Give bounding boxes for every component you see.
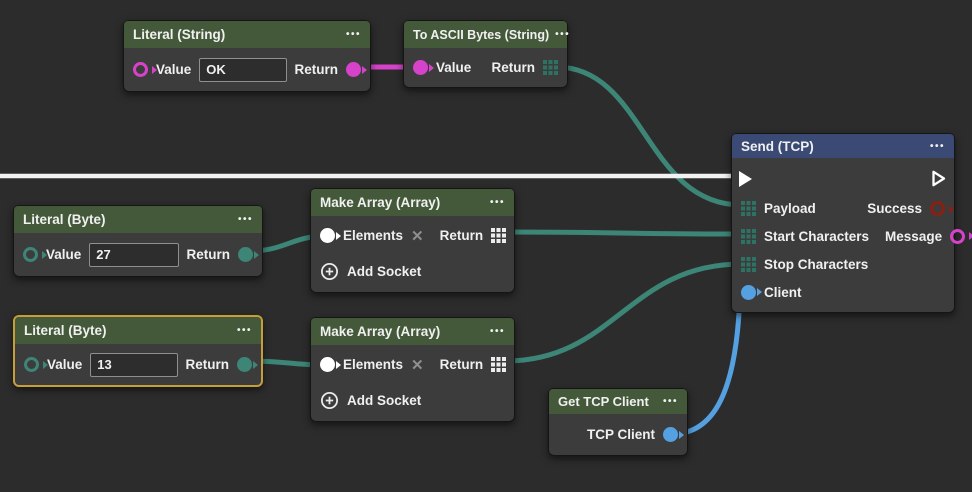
node-title: Send (TCP)	[741, 139, 814, 154]
stop-characters-input-socket-icon[interactable]	[741, 257, 756, 272]
return-label: Return	[187, 247, 231, 262]
add-socket-label: Add Socket	[347, 393, 421, 408]
value-label: Value	[436, 60, 471, 75]
exec-input-pin[interactable]	[739, 171, 752, 187]
menu-dots-icon[interactable]: •••	[490, 197, 505, 208]
node-header[interactable]: To ASCII Bytes (String) •••	[404, 21, 567, 48]
menu-dots-icon[interactable]: •••	[930, 141, 945, 152]
value-label: Value	[46, 247, 81, 262]
return-label: Return	[492, 60, 536, 75]
node-title: Make Array (Array)	[320, 324, 440, 339]
success-label: Success	[867, 201, 922, 216]
menu-dots-icon[interactable]: •••	[555, 29, 570, 40]
value-input-socket[interactable]	[133, 62, 148, 77]
wire-ascii-to-payload	[556, 67, 742, 205]
node-title: Make Array (Array)	[320, 195, 440, 210]
elements-label: Elements	[343, 357, 403, 372]
node-title: Get TCP Client	[558, 394, 649, 409]
node-graph-canvas[interactable]: { "colors": { "background": "#2c2c2c", "…	[0, 0, 972, 492]
node-title: To ASCII Bytes (String)	[413, 28, 549, 42]
menu-dots-icon[interactable]: •••	[663, 396, 678, 407]
node-make-array-top[interactable]: Make Array (Array) ••• Elements ✕ Return…	[310, 188, 515, 293]
value-field[interactable]	[89, 243, 178, 267]
remove-socket-icon[interactable]: ✕	[411, 356, 424, 374]
return-output-socket[interactable]	[238, 247, 253, 262]
client-label: Client	[764, 285, 802, 300]
value-input-socket[interactable]	[23, 247, 38, 262]
node-literal-string[interactable]: Literal (String) ••• Value Return	[123, 20, 371, 92]
value-label: Value	[47, 357, 82, 372]
menu-dots-icon[interactable]: •••	[238, 214, 253, 225]
return-label: Return	[440, 228, 484, 243]
payload-input-socket-icon[interactable]	[741, 201, 756, 216]
start-characters-input-socket-icon[interactable]	[741, 229, 756, 244]
node-title: Literal (Byte)	[24, 323, 107, 338]
tcp-client-output-socket[interactable]	[663, 427, 678, 442]
node-literal-byte-13[interactable]: Literal (Byte) ••• Value Return	[13, 315, 263, 387]
success-output-socket[interactable]	[930, 201, 945, 216]
payload-label: Payload	[764, 201, 816, 216]
value-input-socket[interactable]	[413, 60, 428, 75]
return-output-socket[interactable]	[237, 357, 252, 372]
menu-dots-icon[interactable]: •••	[490, 326, 505, 337]
return-label: Return	[440, 357, 484, 372]
client-input-socket[interactable]	[741, 285, 756, 300]
add-socket-label: Add Socket	[347, 264, 421, 279]
node-header[interactable]: Make Array (Array) •••	[311, 318, 514, 345]
message-label: Message	[885, 229, 942, 244]
node-literal-byte-27[interactable]: Literal (Byte) ••• Value Return	[13, 205, 263, 277]
menu-dots-icon[interactable]: •••	[346, 29, 361, 40]
tcp-client-label: TCP Client	[587, 427, 655, 442]
plus-circle-icon	[320, 391, 339, 410]
exec-output-pin[interactable]	[931, 169, 947, 188]
elements-input-socket[interactable]	[320, 357, 335, 372]
wire-array1-to-startchars	[505, 232, 742, 234]
node-header[interactable]: Literal (Byte) •••	[14, 206, 262, 233]
node-title: Literal (Byte)	[23, 212, 106, 227]
node-make-array-bottom[interactable]: Make Array (Array) ••• Elements ✕ Return…	[310, 317, 515, 422]
node-header[interactable]: Literal (Byte) •••	[15, 317, 261, 344]
node-header[interactable]: Send (TCP) •••	[732, 134, 954, 158]
elements-label: Elements	[343, 228, 403, 243]
array-output-socket-icon[interactable]	[543, 60, 558, 75]
node-to-ascii-bytes[interactable]: To ASCII Bytes (String) ••• Value Return	[403, 20, 568, 88]
stop-characters-label: Stop Characters	[764, 257, 868, 272]
add-socket-button[interactable]: Add Socket	[311, 262, 514, 281]
node-title: Literal (String)	[133, 27, 225, 42]
return-output-socket[interactable]	[346, 62, 361, 77]
value-field[interactable]	[90, 353, 177, 377]
value-input-socket[interactable]	[24, 357, 39, 372]
node-send-tcp[interactable]: Send (TCP) ••• Payload Success Start Cha…	[731, 133, 955, 313]
node-get-tcp-client[interactable]: Get TCP Client ••• TCP Client	[548, 388, 688, 456]
return-label: Return	[186, 357, 230, 372]
array-output-socket-icon[interactable]	[491, 357, 506, 372]
node-header[interactable]: Make Array (Array) •••	[311, 189, 514, 216]
array-output-socket-icon[interactable]	[491, 228, 506, 243]
wire-array2-to-stopchars	[505, 264, 742, 361]
value-field[interactable]	[199, 58, 286, 82]
remove-socket-icon[interactable]: ✕	[411, 227, 424, 245]
elements-input-socket[interactable]	[320, 228, 335, 243]
menu-dots-icon[interactable]: •••	[237, 325, 252, 336]
return-label: Return	[295, 62, 339, 77]
message-output-socket[interactable]	[950, 229, 965, 244]
start-characters-label: Start Characters	[764, 229, 869, 244]
value-label: Value	[156, 62, 191, 77]
node-header[interactable]: Literal (String) •••	[124, 21, 370, 48]
add-socket-button[interactable]: Add Socket	[311, 391, 514, 410]
node-header[interactable]: Get TCP Client •••	[549, 389, 687, 414]
plus-circle-icon	[320, 262, 339, 281]
